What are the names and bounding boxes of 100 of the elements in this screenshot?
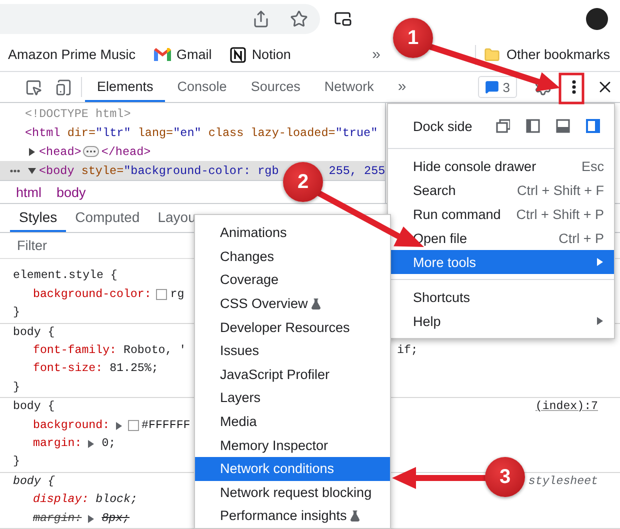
breadcrumb-link[interactable]: html	[16, 184, 42, 200]
menu-item[interactable]: Hide console drawer Esc	[388, 154, 614, 178]
menu-item[interactable]: Help	[388, 309, 614, 333]
css-value: Roboto, '	[124, 342, 186, 359]
css-selector: body {	[13, 474, 55, 490]
dock-right-icon[interactable]	[586, 119, 600, 133]
dom-line[interactable]: <head> </head>	[0, 142, 385, 161]
avatar[interactable]	[586, 8, 608, 30]
css-property: display:	[33, 492, 89, 508]
attribute-name: lang=	[136, 126, 174, 140]
bookmark-link[interactable]: Amazon Prime Music	[8, 47, 136, 62]
menu-item[interactable]: Shortcuts	[388, 285, 614, 309]
attribute-name: dir=	[66, 126, 96, 140]
menu-item[interactable]: Coverage	[195, 268, 390, 292]
menu-item[interactable]: Network conditions	[195, 456, 390, 481]
ellipsis-icon[interactable]	[83, 146, 100, 157]
css-value: 81.25%;	[110, 361, 158, 378]
css-property: background-color:	[33, 286, 152, 303]
dock-left-icon[interactable]	[526, 119, 540, 133]
css-selector: body {	[13, 324, 55, 341]
more-tabs-button[interactable]: »	[386, 72, 418, 102]
expand-triangle-icon[interactable]	[28, 166, 36, 174]
bookmarks-overflow-button[interactable]: »	[370, 46, 382, 63]
expand-triangle-icon[interactable]	[86, 514, 95, 523]
device-toolbar-icon[interactable]	[54, 78, 72, 96]
menu-item[interactable]: Run command Ctrl + Shift + P	[388, 202, 614, 226]
css-selector: body {	[13, 399, 55, 416]
gmail-icon	[154, 48, 171, 61]
html-tag: <head>	[39, 144, 82, 158]
css-property: background:	[33, 418, 110, 434]
css-value: #FFFFFF	[142, 418, 190, 434]
menu-item[interactable]: Media	[195, 410, 390, 434]
closing-brace: }	[12, 305, 20, 322]
menu-item[interactable]: Changes	[195, 244, 390, 268]
devtools-tab[interactable]: Elements	[85, 72, 166, 102]
folder-icon	[484, 46, 500, 62]
picture-in-picture-icon[interactable]	[334, 10, 352, 28]
bookmark-link[interactable]: Notion	[252, 47, 291, 62]
stylesheet-origin-text[interactable]: stylesheet	[528, 472, 598, 492]
html-tag: </head>	[101, 144, 151, 158]
expand-triangle-icon[interactable]	[114, 422, 123, 430]
css-value: if;	[397, 342, 419, 359]
devtools-tab[interactable]: Console	[165, 72, 239, 102]
devtools-tab[interactable]: Network	[312, 72, 386, 102]
closing-brace: }	[12, 454, 20, 470]
notion-icon	[230, 46, 246, 62]
menu-item[interactable]: Performance insights	[195, 504, 390, 528]
other-bookmarks-link[interactable]: Other bookmarks	[506, 47, 610, 62]
color-swatch[interactable]	[128, 420, 139, 432]
css-value: block;	[96, 492, 138, 508]
attribute-value: "true"	[335, 126, 378, 140]
expand-triangle-icon[interactable]	[86, 440, 95, 448]
submenu-arrow-icon[interactable]	[596, 258, 604, 266]
dock-undock-icon[interactable]	[496, 119, 510, 133]
css-value: rg	[170, 286, 184, 303]
menu-item[interactable]: Search Ctrl + Shift + F	[388, 178, 614, 202]
html-tag: <body	[39, 164, 74, 178]
submenu-arrow-icon[interactable]	[596, 317, 604, 325]
star-icon[interactable]	[290, 10, 308, 28]
menu-item[interactable]: Animations	[195, 221, 390, 245]
color-swatch[interactable]	[156, 289, 168, 300]
css-property: margin:	[33, 436, 82, 452]
menu-item[interactable]: Developer Resources	[195, 315, 390, 339]
css-property: font-size:	[33, 361, 103, 378]
share-icon[interactable]	[252, 10, 270, 28]
attribute-value: 255, 255	[328, 164, 385, 178]
dock-side-label: Dock side	[413, 118, 472, 134]
source-link[interactable]: (index):7	[535, 398, 598, 417]
bookmark-link[interactable]: Gmail	[176, 47, 212, 62]
menu-item[interactable]: JavaScript Profiler	[195, 362, 390, 386]
styles-tab[interactable]: Computed	[66, 204, 149, 232]
menu-item[interactable]: Network request blocking	[195, 480, 390, 504]
css-property: font-family:	[33, 342, 116, 359]
doctype-declaration: <!DOCTYPE html>	[25, 106, 131, 120]
menu-item[interactable]: Memory Inspector	[195, 433, 390, 457]
menu-item[interactable]: More tools	[388, 250, 614, 274]
attribute-value: "en"	[173, 126, 202, 140]
dock-bottom-icon[interactable]	[556, 119, 570, 133]
menu-item[interactable]: Issues	[195, 338, 390, 363]
attribute-value: "ltr"	[96, 126, 131, 140]
menu-item[interactable]: Layers	[195, 386, 390, 410]
attribute-value: "background-color: rgb	[124, 164, 279, 178]
closing-brace: }	[12, 380, 20, 396]
inspect-icon[interactable]	[24, 78, 42, 96]
flask-icon	[348, 510, 361, 522]
breadcrumb-link[interactable]: body	[56, 184, 86, 200]
dom-line[interactable]: <html dir="ltr" lang="en" class lazy-loaded="true"	[0, 123, 385, 142]
css-value: 8px;	[102, 510, 130, 527]
issues-button[interactable]: 3	[478, 76, 517, 98]
step-number: 3	[485, 457, 525, 497]
menu-item[interactable]: CSS Overview	[195, 292, 390, 316]
chat-icon	[484, 80, 499, 94]
attribute-name: class lazy-loaded=	[207, 126, 336, 140]
kebab-menu-icon	[572, 80, 576, 94]
css-value: 0;	[102, 436, 116, 452]
expand-triangle-icon[interactable]	[28, 148, 36, 156]
css-property: margin:	[33, 510, 82, 527]
highlight-box	[558, 72, 584, 104]
devtools-tab[interactable]: Sources	[238, 72, 312, 102]
ellipsis-icon[interactable]	[10, 168, 20, 172]
